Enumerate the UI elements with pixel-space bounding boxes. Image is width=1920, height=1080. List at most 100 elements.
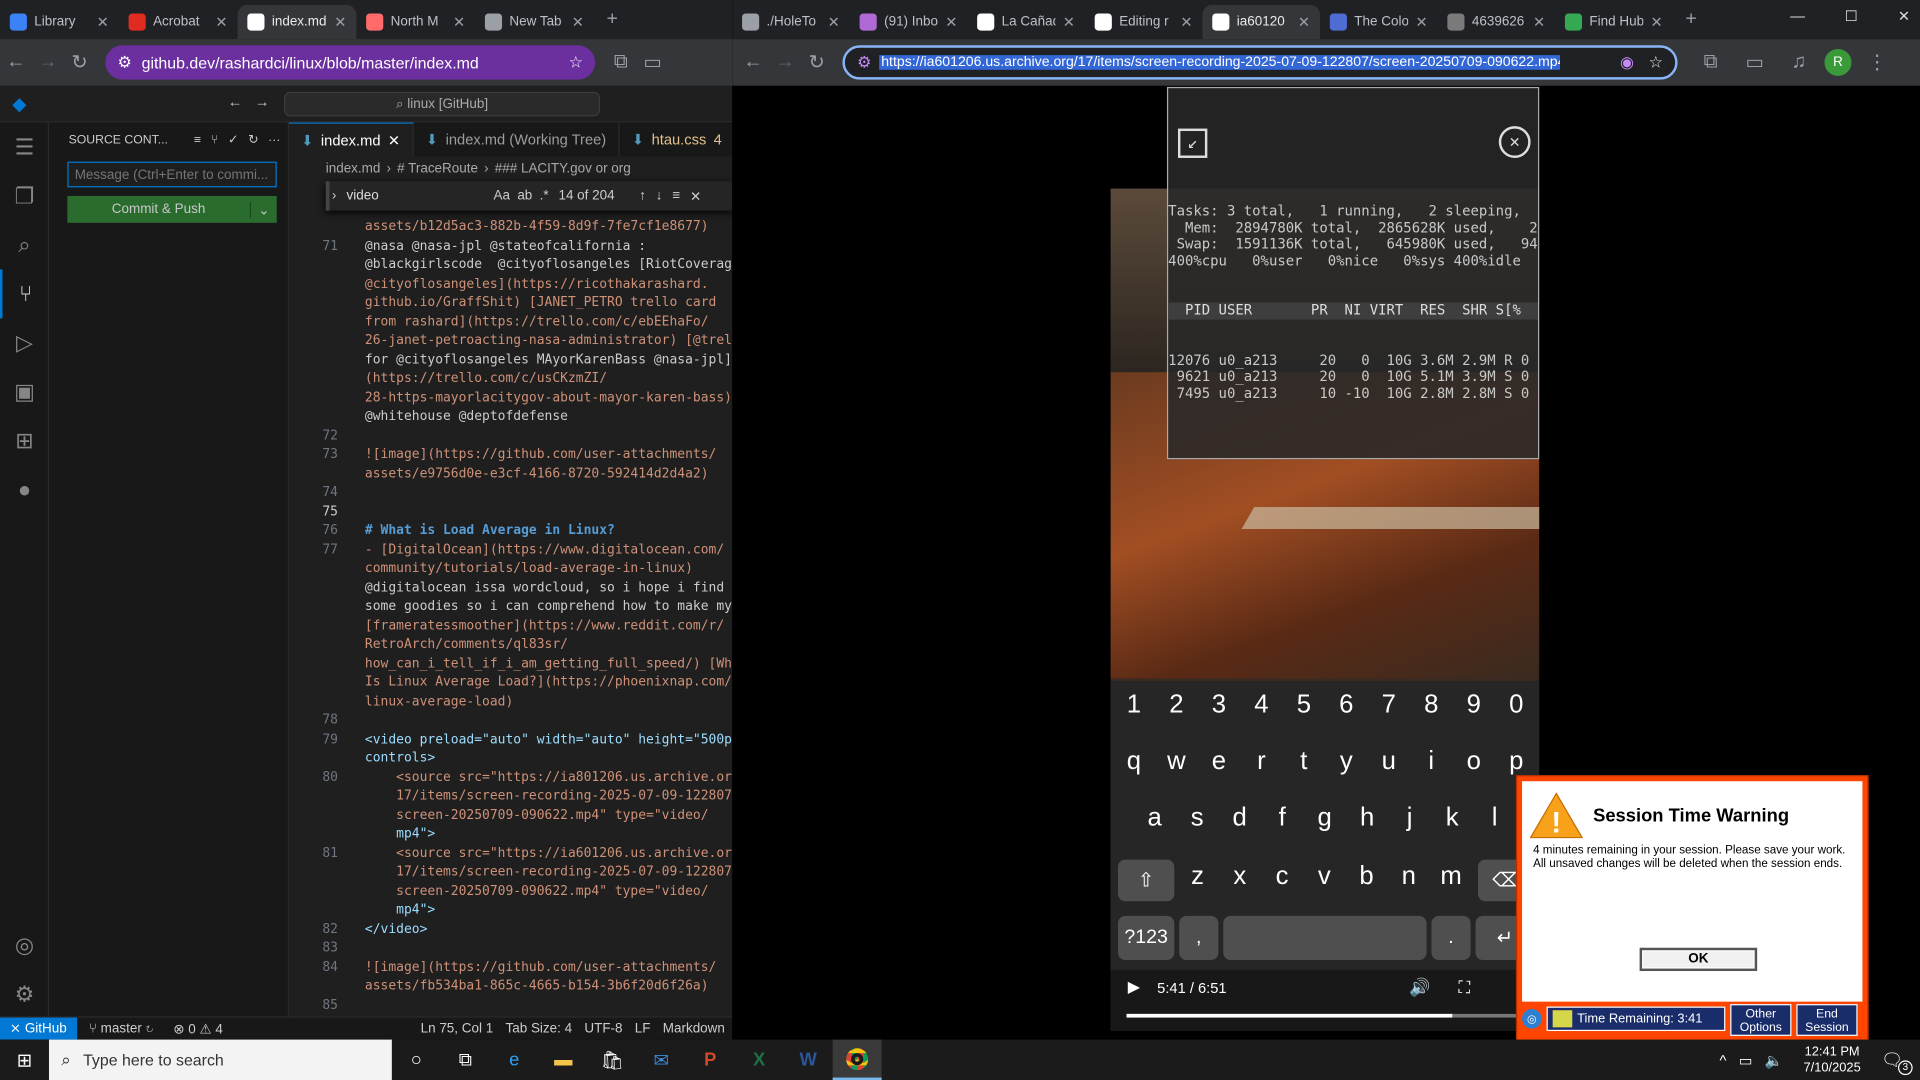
left-tab-4[interactable]: New Tab ✕ <box>475 5 594 39</box>
new-tab-icon[interactable]: + <box>1678 6 1705 33</box>
language-mode[interactable]: Markdown <box>663 1021 725 1036</box>
clock[interactable]: 12:41 PM 7/10/2025 <box>1795 1044 1868 1076</box>
site-info-icon[interactable]: ⚙ <box>857 53 871 73</box>
video-progress-track[interactable] <box>1126 1013 1519 1018</box>
period-key[interactable]: . <box>1431 915 1471 961</box>
tab-close-icon[interactable]: ✕ <box>1298 13 1310 30</box>
tab-close-icon[interactable]: ✕ <box>1180 13 1192 30</box>
run-debug-icon[interactable]: ▷ <box>0 318 49 367</box>
close-find-icon[interactable]: ✕ <box>690 188 701 204</box>
find-in-selection-icon[interactable]: ≡ <box>672 189 680 204</box>
back-icon[interactable]: ← <box>0 51 32 73</box>
forward-icon[interactable]: → <box>769 51 801 73</box>
comma-key[interactable]: , <box>1179 915 1219 961</box>
space-bar[interactable] <box>1223 915 1427 961</box>
remote-explorer-icon[interactable]: ▣ <box>0 367 49 416</box>
symbols-key[interactable]: ?123 <box>1117 915 1175 961</box>
keyboard-key[interactable]: l <box>1476 803 1513 832</box>
keyboard-key[interactable]: 1 <box>1116 691 1153 720</box>
end-session-button[interactable]: End Session <box>1796 1004 1858 1036</box>
view-as-list-icon[interactable]: ≡ <box>194 133 201 146</box>
chrome-icon[interactable] <box>832 1039 882 1080</box>
keyboard-key[interactable]: h <box>1349 803 1386 832</box>
left-url-field[interactable]: ⚙ github.dev/rashardci/linux/blob/master… <box>105 45 596 80</box>
right-tab-0[interactable]: ./HoleTo ✕ <box>732 5 850 39</box>
more-actions-icon[interactable]: ··· <box>268 133 280 146</box>
nav-back-icon[interactable]: ← <box>228 93 243 110</box>
branch-indicator[interactable]: ⑂ master ↻ <box>89 1021 154 1036</box>
left-tab-0[interactable]: Library ✕ <box>0 5 119 39</box>
github-icon[interactable]: ● <box>0 465 49 514</box>
lens-icon[interactable]: ◉ <box>1620 53 1634 73</box>
editor-tab-2[interactable]: ⬇ htau.css 4 <box>620 122 733 156</box>
search-view-icon[interactable]: ⌕ <box>0 220 49 269</box>
breadcrumb-item[interactable]: index.md <box>326 162 381 177</box>
keyboard-key[interactable]: y <box>1328 747 1365 776</box>
other-options-button[interactable]: Other Options <box>1730 1004 1792 1036</box>
problems-indicator[interactable]: ⊗ 0 ⚠ 4 <box>173 1021 223 1037</box>
chevron-down-icon[interactable]: ⌄ <box>249 201 277 218</box>
shift-key-icon[interactable]: ⇧ <box>1117 859 1175 902</box>
keyboard-key[interactable]: z <box>1179 862 1216 891</box>
keyboard-key[interactable]: n <box>1390 862 1427 891</box>
back-icon[interactable]: ← <box>737 51 769 73</box>
source-control-icon[interactable]: ⑂ <box>0 269 49 319</box>
tab-close-icon[interactable]: ✕ <box>1651 13 1663 30</box>
collapse-icon[interactable]: ↙ <box>1177 128 1208 158</box>
commit-push-button[interactable]: Commit & Push ⌄ <box>67 195 277 223</box>
keyboard-key[interactable]: o <box>1455 747 1492 776</box>
account-icon[interactable]: ◎ <box>0 921 49 970</box>
left-tab-3[interactable]: North M ✕ <box>356 5 475 39</box>
right-tab-3[interactable]: Editing r ✕ <box>1085 5 1203 39</box>
store-icon[interactable]: 🛍 <box>588 1040 637 1080</box>
keyboard-key[interactable]: e <box>1200 747 1237 776</box>
keyboard-key[interactable]: i <box>1413 747 1450 776</box>
play-icon[interactable]: ▶ <box>1128 977 1140 997</box>
keyboard-key[interactable]: x <box>1221 862 1258 891</box>
keyboard-key[interactable]: d <box>1221 803 1258 832</box>
nav-forward-icon[interactable]: → <box>255 93 270 110</box>
window-close-icon[interactable]: ✕ <box>1898 7 1910 24</box>
keyboard-key[interactable]: r <box>1243 747 1280 776</box>
tray-chevron-icon[interactable]: ^ <box>1720 1051 1727 1068</box>
minimize-icon[interactable]: — <box>1790 7 1805 24</box>
editor-tab-1[interactable]: ⬇ index.md (Working Tree) <box>414 122 620 157</box>
network-icon[interactable]: ▭ <box>1739 1051 1753 1068</box>
extensions-icon[interactable]: ⧉ <box>1695 51 1727 73</box>
side-panel-icon[interactable]: ▭ <box>637 50 669 74</box>
keyboard-key[interactable]: 6 <box>1328 691 1365 720</box>
volume-icon[interactable]: 🔊 <box>1409 977 1430 998</box>
keyboard-key[interactable]: 8 <box>1413 691 1450 720</box>
mail-icon[interactable]: ✉ <box>637 1040 686 1080</box>
branch-graph-icon[interactable]: ⑂ <box>211 133 218 146</box>
settings-gear-icon[interactable]: ⚙ <box>0 970 49 1019</box>
right-tab-6[interactable]: 4639626 ✕ <box>1438 5 1556 39</box>
next-match-icon[interactable]: ↓ <box>656 189 663 204</box>
keyboard-key[interactable]: t <box>1285 747 1322 776</box>
extensions-icon[interactable]: ⧉ <box>605 51 637 73</box>
tab-close-icon[interactable]: ✕ <box>945 13 957 30</box>
tab-search-icon[interactable]: ▭ <box>1739 50 1771 74</box>
right-tab-1[interactable]: (91) Inbo ✕ <box>850 5 968 39</box>
fullscreen-icon[interactable]: ⛶ <box>1458 977 1470 998</box>
match-case-icon[interactable]: Aa <box>493 189 509 204</box>
maximize-icon[interactable]: ☐ <box>1845 7 1858 24</box>
keyboard-key[interactable]: j <box>1391 803 1428 832</box>
breadcrumb-item[interactable]: ### LACITY.gov or org <box>495 162 631 177</box>
reload-icon[interactable]: ↻ <box>64 50 96 74</box>
tab-close-icon[interactable]: ✕ <box>1063 13 1075 30</box>
previous-match-icon[interactable]: ↑ <box>639 189 646 204</box>
keyboard-key[interactable]: q <box>1116 747 1153 776</box>
keyboard-key[interactable]: u <box>1370 747 1407 776</box>
tab-close-icon[interactable]: ✕ <box>828 13 840 30</box>
cursor-position[interactable]: Ln 75, Col 1 <box>421 1021 494 1036</box>
keyboard-key[interactable]: 0 <box>1498 691 1535 720</box>
new-tab-icon[interactable]: + <box>599 6 626 33</box>
command-center[interactable]: ⌕ linux [GitHub] <box>284 91 601 117</box>
keyboard-key[interactable]: 7 <box>1370 691 1407 720</box>
menu-icon[interactable]: ☰ <box>0 122 49 171</box>
breadcrumb-item[interactable]: # TraceRoute <box>397 162 478 177</box>
keyboard-key[interactable]: k <box>1434 803 1471 832</box>
right-tab-5[interactable]: The Colo ✕ <box>1320 5 1438 39</box>
keyboard-key[interactable]: 4 <box>1243 691 1280 720</box>
